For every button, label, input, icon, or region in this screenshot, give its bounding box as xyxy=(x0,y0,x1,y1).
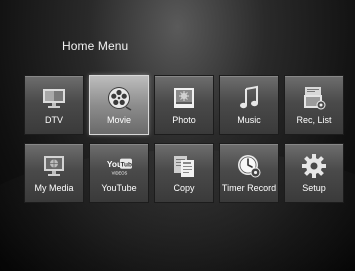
menu-item-rec-list[interactable]: Rec, List xyxy=(284,75,344,135)
menu-item-music[interactable]: Music xyxy=(219,75,279,135)
recording-list-icon xyxy=(301,85,327,111)
copy-documents-icon xyxy=(171,153,197,179)
tv-icon xyxy=(41,85,67,111)
menu-item-label: Setup xyxy=(302,183,326,193)
youtube-logo-icon: You Tube VIDEOS xyxy=(106,153,132,179)
home-menu-screen: Home Menu DTV Movie Photo Music Rec, Lis… xyxy=(0,0,355,271)
music-note-icon xyxy=(236,85,262,111)
film-reel-icon xyxy=(106,85,132,111)
menu-grid: DTV Movie Photo Music Rec, List My Media… xyxy=(24,75,345,203)
page-title: Home Menu xyxy=(62,39,129,53)
menu-item-youtube[interactable]: You Tube VIDEOS YouTube xyxy=(89,143,149,203)
media-globe-icon xyxy=(41,153,67,179)
menu-item-label: Photo xyxy=(172,115,196,125)
menu-item-label: DTV xyxy=(45,115,63,125)
menu-item-movie[interactable]: Movie xyxy=(89,75,149,135)
svg-text:Tube: Tube xyxy=(120,162,132,169)
menu-item-label: YouTube xyxy=(101,183,137,193)
menu-item-label: Rec, List xyxy=(296,115,332,125)
menu-item-label: Copy xyxy=(173,183,195,193)
timer-clock-icon xyxy=(236,153,262,179)
menu-item-copy[interactable]: Copy xyxy=(154,143,214,203)
menu-item-label: Movie xyxy=(106,115,131,125)
menu-item-timer-record[interactable]: Timer Record xyxy=(219,143,279,203)
photo-icon xyxy=(171,85,197,111)
gear-icon xyxy=(301,153,327,179)
menu-item-label: Timer Record xyxy=(221,183,277,193)
menu-item-label: My Media xyxy=(34,183,74,193)
menu-item-setup[interactable]: Setup xyxy=(284,143,344,203)
svg-text:VIDEOS: VIDEOS xyxy=(112,170,128,175)
menu-item-photo[interactable]: Photo xyxy=(154,75,214,135)
menu-item-label: Music xyxy=(237,115,261,125)
menu-item-my-media[interactable]: My Media xyxy=(24,143,84,203)
menu-item-dtv[interactable]: DTV xyxy=(24,75,84,135)
